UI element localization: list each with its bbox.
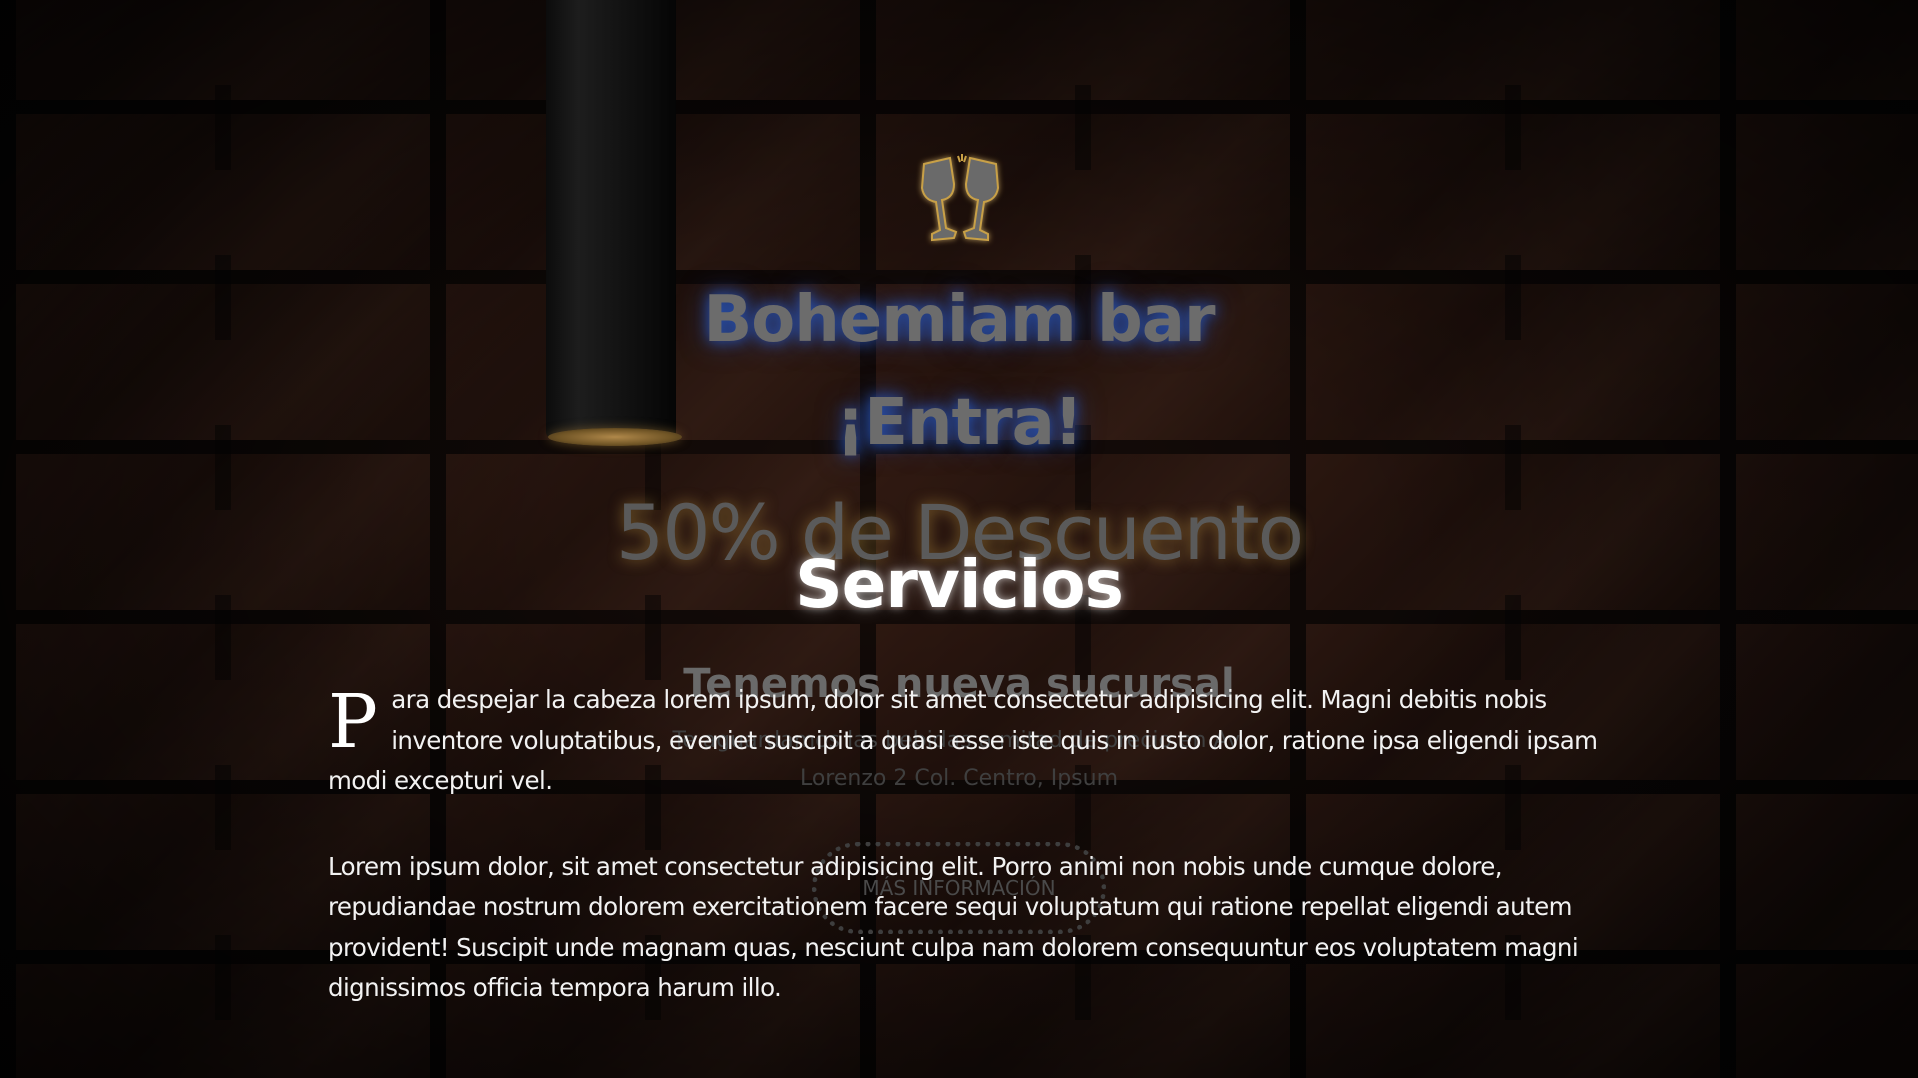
services-paragraph-2: Lorem ipsum dolor, sit amet consectetur … <box>328 851 1579 1003</box>
page-background: Bohemiam bar ¡Entra! 50% de Descuento Te… <box>0 0 1918 1078</box>
services-body: Para despejar la cabeza lorem ipsum, dol… <box>328 680 1598 1054</box>
services-section: Servicios Para despejar la cabeza lorem … <box>0 0 1918 1078</box>
drop-cap: P <box>328 679 378 765</box>
services-title: Servicios <box>795 546 1124 623</box>
services-paragraph-1-text: ara despejar la cabeza lorem ipsum, dolo… <box>328 685 1598 795</box>
services-paragraph-1: Para despejar la cabeza lorem ipsum, dol… <box>328 680 1598 802</box>
